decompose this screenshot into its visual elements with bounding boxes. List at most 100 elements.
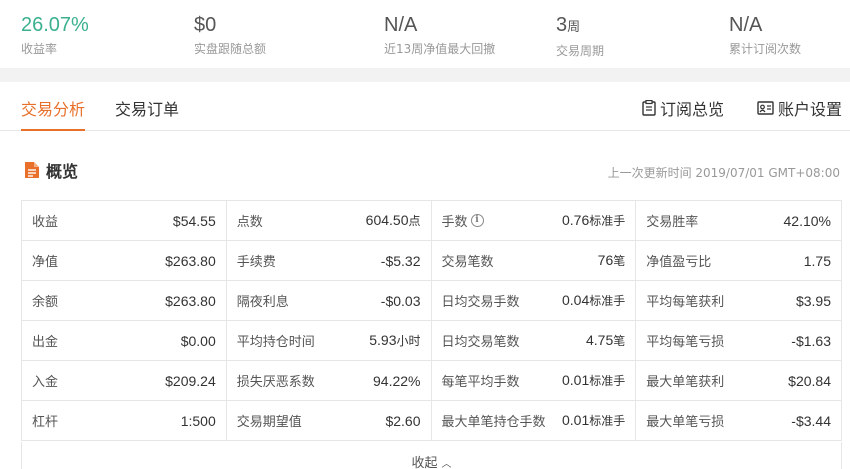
- metric-value: $263.80: [165, 253, 216, 269]
- metric-value: -$0.03: [381, 293, 421, 309]
- tab-bar: 交易分析 交易订单 订阅总览 账户设置: [0, 82, 850, 131]
- metric-label-text: 手续费: [236, 255, 276, 270]
- metric-label-text: 交易期望值: [236, 415, 302, 430]
- table-cell: 隔夜利息 -$0.03: [227, 281, 432, 320]
- stat-value: N/A: [384, 14, 418, 36]
- metric-label-text: 净值盈亏比: [646, 255, 712, 270]
- metric-value: 5.93小时: [369, 332, 420, 349]
- metric-label-text: 手数: [441, 215, 468, 230]
- metric-value: 1:500: [181, 413, 216, 429]
- metric-label-text: 每笔平均手数: [441, 375, 520, 390]
- metric-label-text: 平均每笔获利: [646, 295, 725, 310]
- tab-trade-analysis[interactable]: 交易分析: [21, 96, 85, 120]
- metric-label: 余额: [32, 291, 58, 310]
- metric-value: 76笔: [598, 252, 626, 269]
- metric-value: 0.01标准手: [562, 412, 625, 429]
- stat-value: 26.07%: [21, 14, 89, 36]
- metric-value: $0.00: [181, 333, 216, 349]
- stat-value: 3周: [556, 14, 581, 36]
- metric-value: -$5.32: [381, 253, 421, 269]
- metric-label-text: 最大单笔获利: [646, 375, 725, 390]
- collapse-label: 收起: [411, 456, 438, 469]
- metric-number: $20.84: [788, 372, 831, 389]
- table-cell: 净值 $263.80: [22, 241, 227, 280]
- subscription-overview-link[interactable]: 订阅总览: [642, 96, 724, 120]
- metric-value: -$3.44: [791, 413, 831, 429]
- overview-title: 概览: [46, 162, 79, 181]
- metric-number: $263.80: [165, 292, 216, 309]
- metric-number: 94.22%: [373, 372, 421, 389]
- stat-label: 近13周净值最大回撤: [384, 42, 496, 56]
- metric-number: -$5.32: [380, 252, 421, 269]
- metric-number: 0.01: [561, 372, 590, 388]
- metric-label-text: 收益: [32, 215, 59, 230]
- info-icon[interactable]: i: [470, 214, 484, 227]
- subscription-overview-label: 订阅总览: [660, 100, 725, 119]
- stat-return-rate: 26.07% 收益率: [21, 12, 89, 57]
- table-cell: 交易期望值 $2.60: [227, 401, 432, 440]
- metric-value: 42.10%: [784, 213, 831, 229]
- metric-label-text: 入金: [32, 375, 59, 390]
- account-settings-link[interactable]: 账户设置: [757, 96, 842, 120]
- stat-value: $0: [194, 14, 217, 36]
- table-cell: 损失厌恶系数 94.22%: [227, 361, 432, 400]
- metric-label: 手续费: [237, 251, 276, 270]
- metric-number: 4.75: [585, 332, 614, 348]
- metric-unit: 标准手: [589, 414, 626, 428]
- id-card-icon: [757, 101, 774, 115]
- stat-label: 交易周期: [556, 44, 605, 58]
- metric-label: 入金: [32, 371, 58, 390]
- stat-label: 收益率: [21, 42, 58, 56]
- metric-label: 隔夜利息: [237, 291, 289, 310]
- metric-value: $3.95: [796, 293, 831, 309]
- table-row: 入金 $209.24 损失厌恶系数 94.22% 每笔平均手数 0.01标准手 最大单笔获利…: [22, 361, 841, 401]
- metric-value: -$1.63: [791, 333, 831, 349]
- overview-header: 概览: [24, 158, 78, 182]
- metric-label: 点数: [237, 211, 263, 230]
- metric-number: 0.04: [561, 292, 590, 308]
- table-cell: 最大单笔获利 $20.84: [636, 361, 841, 400]
- stat-max-drawdown: N/A 近13周净值最大回撤: [384, 12, 495, 57]
- metric-label: 每笔平均手数: [442, 371, 520, 390]
- table-cell: 平均每笔亏损 -$1.63: [636, 321, 841, 360]
- table-cell: 交易胜率 42.10%: [636, 201, 841, 240]
- metric-label-text: 交易胜率: [646, 215, 699, 230]
- metric-unit: 笔: [613, 334, 626, 348]
- collapse-button[interactable]: 收起 ︿: [21, 442, 842, 469]
- stats-bar: 26.07% 收益率 $0 实盘跟随总额 N/A 近13周净值最大回撤 3周 交…: [0, 0, 850, 68]
- metric-label: 平均每笔亏损: [646, 331, 724, 350]
- table-cell: 交易笔数 76笔: [432, 241, 637, 280]
- metric-label-text: 点数: [236, 215, 263, 230]
- metric-label-text: 净值: [32, 255, 59, 270]
- table-cell: 点数 604.50点: [227, 201, 432, 240]
- metric-unit: 笔: [613, 254, 626, 268]
- table-cell: 净值盈亏比 1.75: [636, 241, 841, 280]
- metric-label: 日均交易笔数: [442, 331, 520, 350]
- metric-value: 0.04标准手: [562, 292, 625, 309]
- metric-value: 604.50点: [366, 212, 421, 229]
- table-cell: 每笔平均手数 0.01标准手: [432, 361, 637, 400]
- metric-number: 0.01: [561, 412, 590, 428]
- metric-label-text: 损失厌恶系数: [236, 375, 315, 390]
- tab-trade-orders[interactable]: 交易订单: [115, 96, 179, 120]
- table-cell: 平均持仓时间 5.93小时: [227, 321, 432, 360]
- metric-label-text: 最大单笔亏损: [646, 415, 725, 430]
- metric-value: 1.75: [804, 253, 831, 269]
- metric-label-text: 交易笔数: [441, 255, 494, 270]
- metric-label: 平均每笔获利: [646, 291, 724, 310]
- metric-label: 收益: [32, 211, 58, 230]
- metric-label-text: 日均交易笔数: [441, 335, 520, 350]
- metric-number: 1.75: [803, 252, 831, 269]
- table-row: 出金 $0.00 平均持仓时间 5.93小时 日均交易笔数 4.75笔 平均每笔亏损 -$1.…: [22, 321, 841, 361]
- metric-value: 4.75笔: [586, 332, 625, 349]
- table-row: 杠杆 1:500 交易期望值 $2.60 最大单笔持仓手数 0.01标准手 最大单笔亏损 -$…: [22, 401, 841, 441]
- stat-label: 累计订阅次数: [729, 42, 802, 56]
- table-cell: 最大单笔持仓手数 0.01标准手: [432, 401, 637, 440]
- table-cell: 余额 $263.80: [22, 281, 227, 320]
- metric-number: 5.93: [369, 332, 397, 348]
- metric-label-text: 出金: [32, 335, 59, 350]
- metric-number: -$0.03: [380, 292, 421, 309]
- metric-number: $263.80: [165, 252, 216, 269]
- metric-number: $54.55: [172, 212, 216, 229]
- metric-unit: 标准手: [589, 294, 626, 308]
